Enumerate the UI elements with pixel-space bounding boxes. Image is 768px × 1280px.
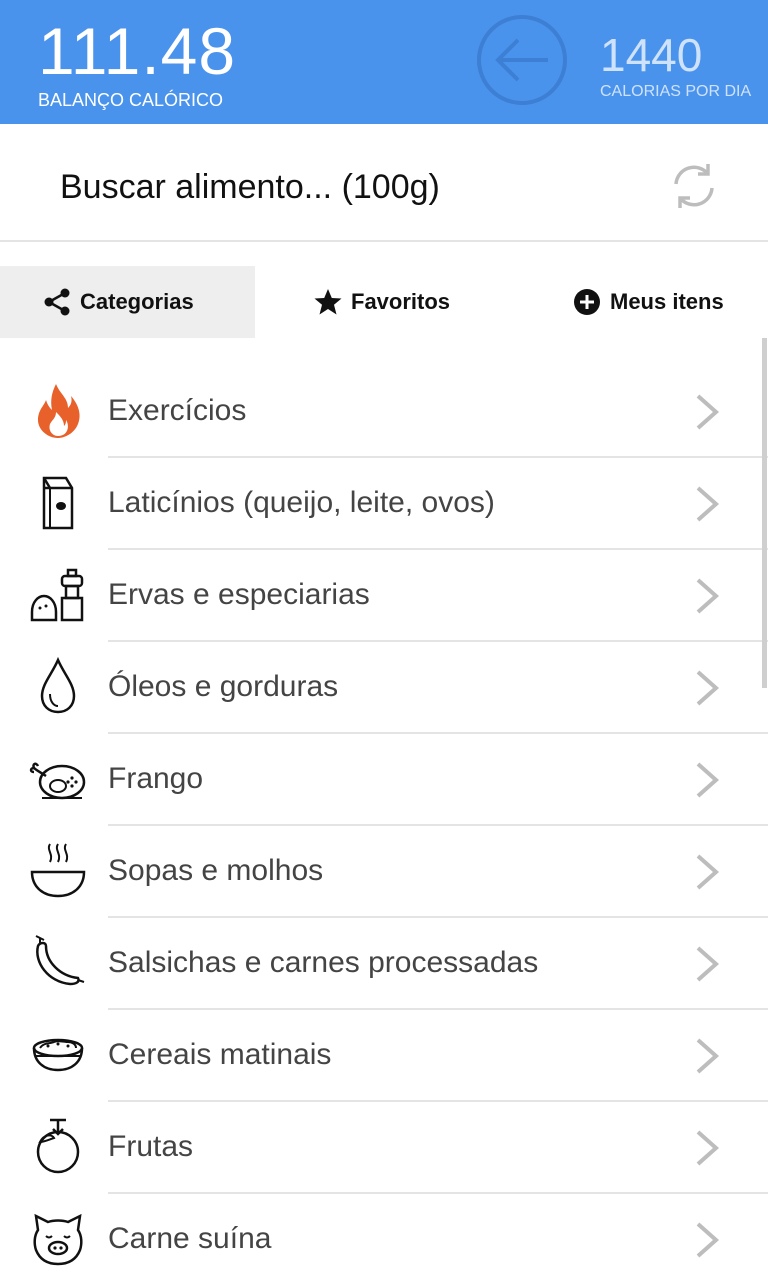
category-label: Carne suína [108,1222,272,1255]
tab-favoritos[interactable]: Favoritos [313,266,513,338]
back-button[interactable] [476,14,568,106]
tab-meus-itens-label: Meus itens [610,289,724,314]
salt-pepper-icon [30,568,84,622]
category-label: Exercícios [108,394,247,427]
tab-meus-itens[interactable]: Meus itens [572,266,768,338]
chevron-right-icon [696,1038,720,1074]
tab-categorias[interactable]: Categorias [0,266,255,338]
share-icon [44,288,70,316]
soup-bowl-icon [30,843,86,898]
chevron-right-icon [696,946,720,982]
search-food-field[interactable]: Buscar alimento... (100g) [60,170,440,204]
chevron-right-icon [696,670,720,706]
category-label: Laticínios (queijo, leite, ovos) [108,486,495,519]
chevron-right-icon [696,486,720,522]
daily-calories-label: CALORIAS POR DIA [600,83,752,100]
category-row-frutas[interactable]: Frutas [0,1102,768,1194]
category-row-frango[interactable]: Frango [0,734,768,826]
category-label: Ervas e especiarias [108,578,370,611]
category-row-oleos[interactable]: Óleos e gorduras [0,642,768,734]
category-label: Frutas [108,1130,194,1163]
category-list: Exercícios Laticínios (queijo, leite, ov… [0,366,768,1280]
category-label: Frango [108,762,204,795]
category-row-ervas[interactable]: Ervas e especiarias [0,550,768,642]
chevron-right-icon [696,762,720,798]
category-label: Óleos e gorduras [108,670,339,703]
chevron-right-icon [696,394,720,430]
category-row-laticinios[interactable]: Laticínios (queijo, leite, ovos) [0,458,768,550]
tab-categorias-label: Categorias [80,289,194,314]
chevron-right-icon [696,578,720,614]
cereal-bowl-icon [32,1038,84,1072]
oil-drop-icon [40,656,76,714]
category-row-exercicios[interactable]: Exercícios [0,366,768,458]
tab-favoritos-label: Favoritos [351,289,451,314]
chevron-right-icon [696,854,720,890]
plus-circle-icon [574,289,600,315]
category-row-sopas[interactable]: Sopas e molhos [0,826,768,918]
category-row-cereais[interactable]: Cereais matinais [0,1010,768,1102]
category-row-salsichas[interactable]: Salsichas e carnes processadas [0,918,768,1010]
tab-bar: Categorias Favoritos Meus itens [0,266,768,338]
list-scrollbar[interactable] [762,338,767,688]
roast-chicken-icon [29,762,86,800]
chevron-right-icon [696,1130,720,1166]
arrow-left-circle-icon [477,15,567,105]
category-label: Salsichas e carnes processadas [108,946,539,979]
star-icon [314,289,342,315]
pig-icon [33,1213,83,1266]
category-row-carne-suina[interactable]: Carne suína [0,1194,768,1280]
refresh-button[interactable] [668,160,720,212]
calorie-balance-value: 111.48 [38,14,237,88]
sausage-icon [35,935,85,986]
category-label: Cereais matinais [108,1038,332,1071]
fruit-icon [36,1118,80,1174]
search-row: Buscar alimento... (100g) [0,124,768,242]
flame-icon [38,384,80,438]
milk-carton-icon [42,476,74,530]
top-bar: 111.48 BALANÇO CALÓRICO 1440 CALORIAS PO… [0,0,768,124]
daily-calories-value: 1440 [600,29,703,81]
category-label: Sopas e molhos [108,854,324,887]
calorie-balance-label: BALANÇO CALÓRICO [38,90,224,110]
chevron-right-icon [696,1222,720,1258]
refresh-icon [674,164,714,208]
